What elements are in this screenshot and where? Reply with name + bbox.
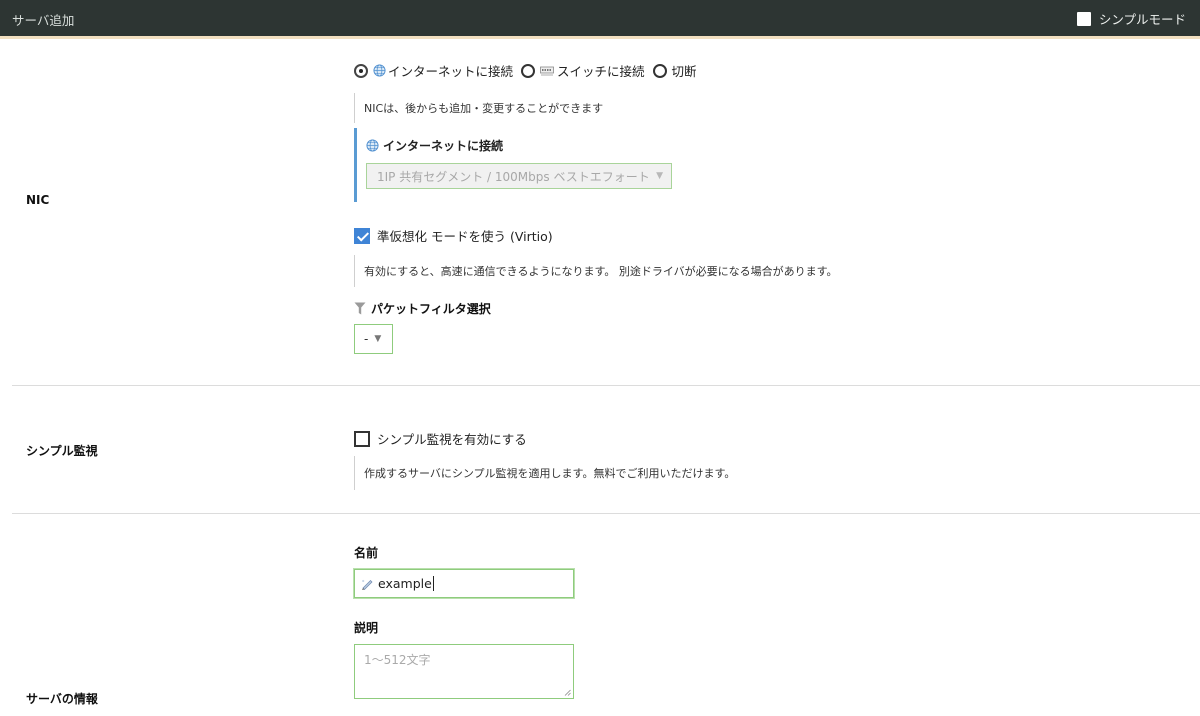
description-label: 説明 <box>354 621 379 635</box>
name-input[interactable]: example <box>354 569 574 598</box>
simple-mode-checkbox[interactable] <box>1076 11 1091 26</box>
packet-filter-select[interactable]: - ▼ <box>354 324 393 354</box>
radio-option-disconnect[interactable]: 切断 <box>652 61 697 80</box>
nic-note: NICは、後からも追加・変更することができます <box>354 93 603 123</box>
virtio-checkbox[interactable] <box>354 227 370 244</box>
radio-internet-label: インターネットに接続 <box>388 64 514 79</box>
radio-option-internet[interactable]: インターネットに接続 <box>354 61 513 80</box>
nic-section-label: NIC <box>26 193 50 207</box>
simple-mode-toggle[interactable]: シンプルモード <box>1076 9 1186 28</box>
globe-icon <box>373 64 386 77</box>
section-divider <box>12 513 1200 514</box>
monitor-label: シンプル監視を有効にする <box>377 432 527 447</box>
segment-select-value: 1IP 共有セグメント / 100Mbps ベストエフォート <box>377 169 650 184</box>
section-divider <box>12 385 1200 386</box>
switch-icon <box>540 66 554 75</box>
description-textarea[interactable]: 1〜512文字 <box>354 644 574 699</box>
internet-connection-panel: インターネットに接続 1IP 共有セグメント / 100Mbps ベストエフォー… <box>354 128 672 202</box>
virtio-label: 準仮想化 モードを使う (Virtio) <box>377 229 553 244</box>
nic-note-text: NICは、後からも追加・変更することができます <box>364 102 604 115</box>
virtio-note-text: 有効にすると、高速に通信できるようになります。 別途ドライバが必要になる場合があ… <box>364 265 838 278</box>
virtio-option[interactable]: 準仮想化 モードを使う (Virtio) <box>354 226 553 245</box>
radio-switch[interactable] <box>521 63 536 78</box>
monitor-note: 作成するサーバにシンプル監視を適用します。無料でご利用いただけます。 <box>354 456 735 490</box>
radio-disconnect[interactable] <box>652 63 667 78</box>
top-bar: サーバ追加 シンプルモード <box>0 0 1200 36</box>
packet-filter-value: - <box>364 332 369 346</box>
radio-option-switch[interactable]: スイッチに接続 <box>521 61 645 80</box>
name-input-value: example <box>378 576 432 591</box>
filter-icon <box>354 302 366 315</box>
radio-disconnect-label: 切断 <box>671 64 697 79</box>
monitor-checkbox[interactable] <box>354 430 370 447</box>
radio-internet[interactable] <box>354 63 368 78</box>
monitor-option[interactable]: シンプル監視を有効にする <box>354 429 527 448</box>
radio-switch-label: スイッチに接続 <box>557 64 645 79</box>
monitor-note-text: 作成するサーバにシンプル監視を適用します。無料でご利用いただけます。 <box>364 467 736 480</box>
server-info-section-label: サーバの情報 <box>26 692 98 706</box>
simple-mode-label: シンプルモード <box>1098 12 1186 27</box>
globe-icon <box>366 139 379 152</box>
text-caret <box>432 576 434 591</box>
internet-heading: インターネットに接続 <box>366 137 503 154</box>
virtio-note: 有効にすると、高速に通信できるようになります。 別途ドライバが必要になる場合があ… <box>354 255 838 287</box>
name-label: 名前 <box>354 546 379 560</box>
pencil-icon <box>362 579 373 590</box>
monitor-section-label: シンプル監視 <box>26 444 98 458</box>
packet-filter-label: パケットフィルタ選択 <box>354 300 491 317</box>
packet-filter-label-text: パケットフィルタ選択 <box>371 302 491 316</box>
chevron-down-icon: ▼ <box>656 171 663 181</box>
internet-heading-text: インターネットに接続 <box>383 139 504 153</box>
chevron-down-icon: ▼ <box>374 334 382 344</box>
page-title: サーバ追加 <box>12 13 75 28</box>
description-placeholder: 1〜512文字 <box>364 653 431 667</box>
resize-grip-icon[interactable] <box>564 689 571 696</box>
nic-connection-options: インターネットに接続 スイッチに接続 切断 <box>354 61 705 80</box>
segment-select[interactable]: 1IP 共有セグメント / 100Mbps ベストエフォート ▼ <box>366 163 672 189</box>
